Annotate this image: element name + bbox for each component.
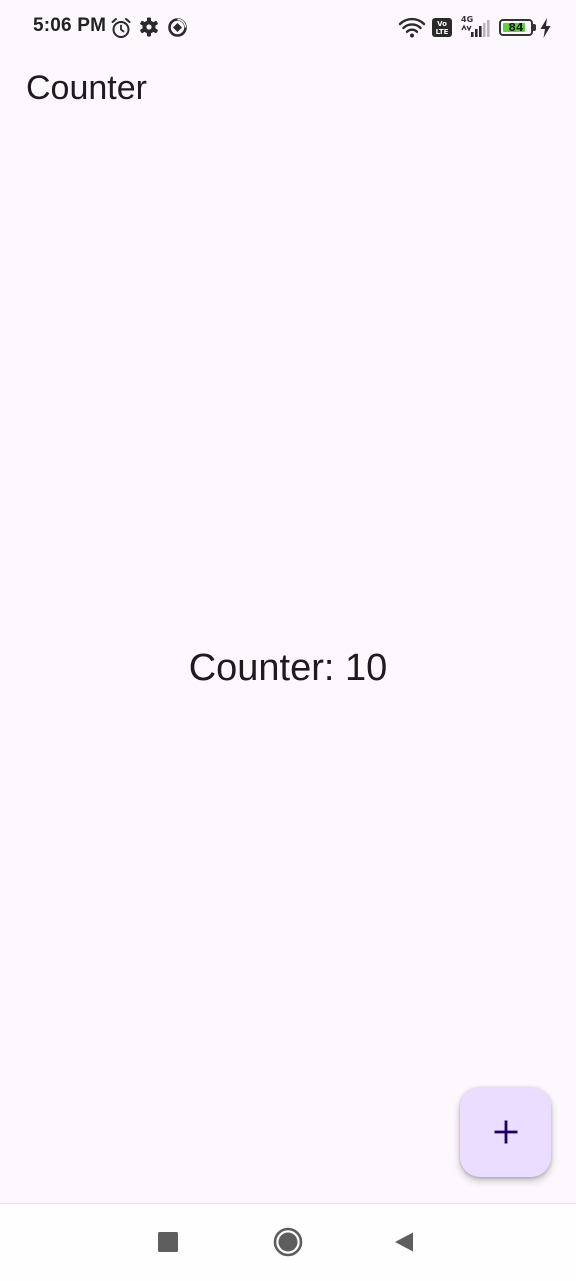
- back-button[interactable]: [388, 1226, 420, 1258]
- status-bar: 5:06 PM Vo LTE 4G 84: [0, 0, 576, 56]
- increment-fab-button[interactable]: [460, 1087, 551, 1177]
- volte-label-bottom: LTE: [435, 28, 449, 36]
- battery-icon: 84: [499, 19, 533, 36]
- recents-button[interactable]: [152, 1226, 184, 1258]
- battery-nub: [533, 24, 536, 31]
- home-icon: [273, 1227, 303, 1257]
- charging-icon: [540, 18, 551, 38]
- volte-label-top: Vo: [437, 20, 447, 28]
- counter-text: Counter: 10: [188, 647, 388, 689]
- add-icon: [494, 1120, 517, 1144]
- home-button[interactable]: [270, 1224, 306, 1260]
- app-bar-title: Counter: [26, 69, 147, 107]
- battery-level: 84: [508, 21, 524, 34]
- back-icon: [395, 1232, 413, 1252]
- status-time: 5:06 PM: [33, 15, 107, 36]
- alarm-icon: [111, 18, 131, 38]
- data-saver-icon: [168, 18, 187, 37]
- gear-icon: [140, 17, 158, 37]
- signal-icon: [461, 20, 490, 37]
- wifi-icon: [398, 17, 426, 38]
- volte-icon: Vo LTE: [432, 18, 452, 37]
- recents-icon: [158, 1232, 178, 1252]
- system-navigation-bar: [0, 1203, 576, 1281]
